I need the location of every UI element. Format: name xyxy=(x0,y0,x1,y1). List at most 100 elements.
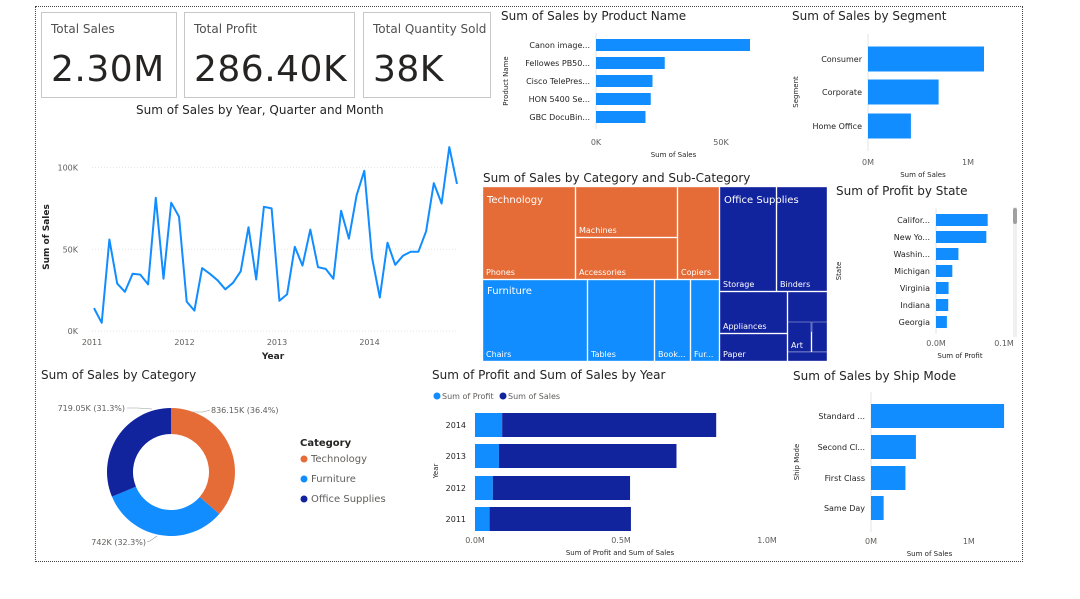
line-chart-point[interactable] xyxy=(340,209,343,212)
line-chart-point[interactable] xyxy=(448,146,451,149)
line-chart-point[interactable] xyxy=(270,207,273,210)
treemap-furniture-tile[interactable] xyxy=(587,279,655,362)
line-chart-point[interactable] xyxy=(208,272,211,275)
profit-sales-legend-item: Sum of Sales xyxy=(508,392,560,401)
line-chart-point[interactable] xyxy=(278,299,281,302)
state-chart-bar[interactable] xyxy=(936,265,953,277)
line-chart-point[interactable] xyxy=(394,263,397,266)
line-chart-point[interactable] xyxy=(139,273,142,276)
profit-sales-bar-sales[interactable] xyxy=(489,507,631,531)
shipmode-chart-bar[interactable] xyxy=(871,435,916,459)
profit-sales-y-axis-title: Year xyxy=(432,463,440,479)
state-chart-bar[interactable] xyxy=(936,214,988,226)
line-chart-point[interactable] xyxy=(293,245,296,248)
line-chart-point[interactable] xyxy=(147,283,150,286)
state-chart-category-label: Michigan xyxy=(894,267,930,276)
line-chart-point[interactable] xyxy=(216,279,219,282)
profit-sales-bar-profit[interactable] xyxy=(475,507,490,531)
donut-slice-technology[interactable] xyxy=(171,408,235,515)
line-chart-point[interactable] xyxy=(255,278,258,281)
line-chart-point[interactable] xyxy=(324,267,327,270)
line-chart-point[interactable] xyxy=(232,281,235,284)
segment-chart-bar[interactable] xyxy=(868,46,984,72)
product-chart-bar[interactable] xyxy=(596,111,646,123)
line-chart-point[interactable] xyxy=(108,238,111,241)
state-chart-bar[interactable] xyxy=(936,316,947,328)
line-chart-point[interactable] xyxy=(347,237,350,240)
line-chart-point[interactable] xyxy=(286,293,289,296)
profit-sales-bar-profit[interactable] xyxy=(475,413,503,437)
line-chart-point[interactable] xyxy=(193,309,196,312)
state-chart-bar[interactable] xyxy=(936,299,949,311)
profit-sales-bar-sales[interactable] xyxy=(492,476,631,500)
shipmode-chart-x-tick: 1M xyxy=(963,537,975,546)
line-chart-point[interactable] xyxy=(332,277,335,280)
line-chart-point[interactable] xyxy=(162,277,165,280)
line-chart-point[interactable] xyxy=(371,256,374,259)
line-chart-point[interactable] xyxy=(401,254,404,257)
line-chart-point[interactable] xyxy=(239,270,242,273)
line-chart-point[interactable] xyxy=(309,228,312,231)
segment-chart-bar[interactable] xyxy=(868,113,911,139)
profit-sales-legend-marker xyxy=(499,392,507,400)
state-chart-scrollbar-thumb[interactable] xyxy=(1013,208,1017,224)
product-chart-bar[interactable] xyxy=(596,57,665,69)
line-chart-x-tick: 2011 xyxy=(82,338,102,347)
profit-sales-bar-profit[interactable] xyxy=(475,476,493,500)
line-chart-point[interactable] xyxy=(224,288,227,291)
line-chart-point[interactable] xyxy=(116,282,119,285)
profit-sales-bar-sales[interactable] xyxy=(502,413,717,437)
line-chart-point[interactable] xyxy=(177,215,180,218)
line-chart-point[interactable] xyxy=(100,321,103,324)
profit-sales-bar-sales[interactable] xyxy=(498,444,677,468)
line-chart-point[interactable] xyxy=(93,307,96,310)
line-chart-point[interactable] xyxy=(386,241,389,244)
product-chart-bar[interactable] xyxy=(596,93,651,105)
shipmode-chart-x-axis-title: Sum of Sales xyxy=(907,550,953,558)
shipmode-chart-bar[interactable] xyxy=(871,466,906,490)
state-chart-bar[interactable] xyxy=(936,282,949,294)
line-chart-point[interactable] xyxy=(432,182,435,185)
shipmode-chart-bar[interactable] xyxy=(871,496,884,520)
state-chart-bar[interactable] xyxy=(936,248,959,260)
profit-sales-bar-profit[interactable] xyxy=(475,444,499,468)
shipmode-chart-bar[interactable] xyxy=(871,404,1005,428)
treemap-furniture-tile[interactable] xyxy=(654,279,691,362)
product-chart-bar[interactable] xyxy=(596,39,750,51)
product-chart-category-label: Cisco TelePres... xyxy=(526,77,590,86)
profit-sales-x-tick: 0.5M xyxy=(611,536,631,545)
line-chart-point[interactable] xyxy=(440,202,443,205)
segment-chart-bar[interactable] xyxy=(868,79,939,105)
line-chart-point[interactable] xyxy=(301,264,304,267)
line-chart-point[interactable] xyxy=(262,205,265,208)
segment-chart-category-label: Consumer xyxy=(821,55,863,64)
line-chart-point[interactable] xyxy=(123,290,126,293)
donut-slice-office-supplies[interactable] xyxy=(107,408,171,497)
treemap-furniture-tile[interactable] xyxy=(690,279,720,362)
line-chart-sales-series[interactable] xyxy=(93,146,458,324)
line-chart-point[interactable] xyxy=(170,201,173,204)
line-chart-point[interactable] xyxy=(417,250,420,253)
line-chart-point[interactable] xyxy=(456,182,459,185)
line-chart-point[interactable] xyxy=(201,267,204,270)
line-chart-point[interactable] xyxy=(316,266,319,269)
segment-chart-x-axis-title: Sum of Sales xyxy=(900,171,946,179)
line-chart-point[interactable] xyxy=(425,230,428,233)
line-chart-point[interactable] xyxy=(154,196,157,199)
line-chart-point[interactable] xyxy=(409,250,412,253)
state-chart-scrollbar-track[interactable] xyxy=(1013,207,1017,337)
treemap-office-supplies-tile[interactable] xyxy=(811,321,828,353)
treemap-office-supplies-tile[interactable] xyxy=(787,351,828,362)
line-chart-point[interactable] xyxy=(378,296,381,299)
line-chart-point[interactable] xyxy=(247,226,250,229)
line-chart-point[interactable] xyxy=(363,169,366,172)
line-chart-point[interactable] xyxy=(185,300,188,303)
profit-sales-x-tick: 1.0M xyxy=(757,536,777,545)
state-chart-bar[interactable] xyxy=(936,231,987,243)
line-chart-point[interactable] xyxy=(355,194,358,197)
product-chart-bar[interactable] xyxy=(596,75,653,87)
treemap-technology-tile[interactable] xyxy=(677,186,720,280)
profit-sales-legend-marker xyxy=(433,392,441,400)
line-chart-point[interactable] xyxy=(131,272,134,275)
donut-leader-line xyxy=(191,409,211,413)
